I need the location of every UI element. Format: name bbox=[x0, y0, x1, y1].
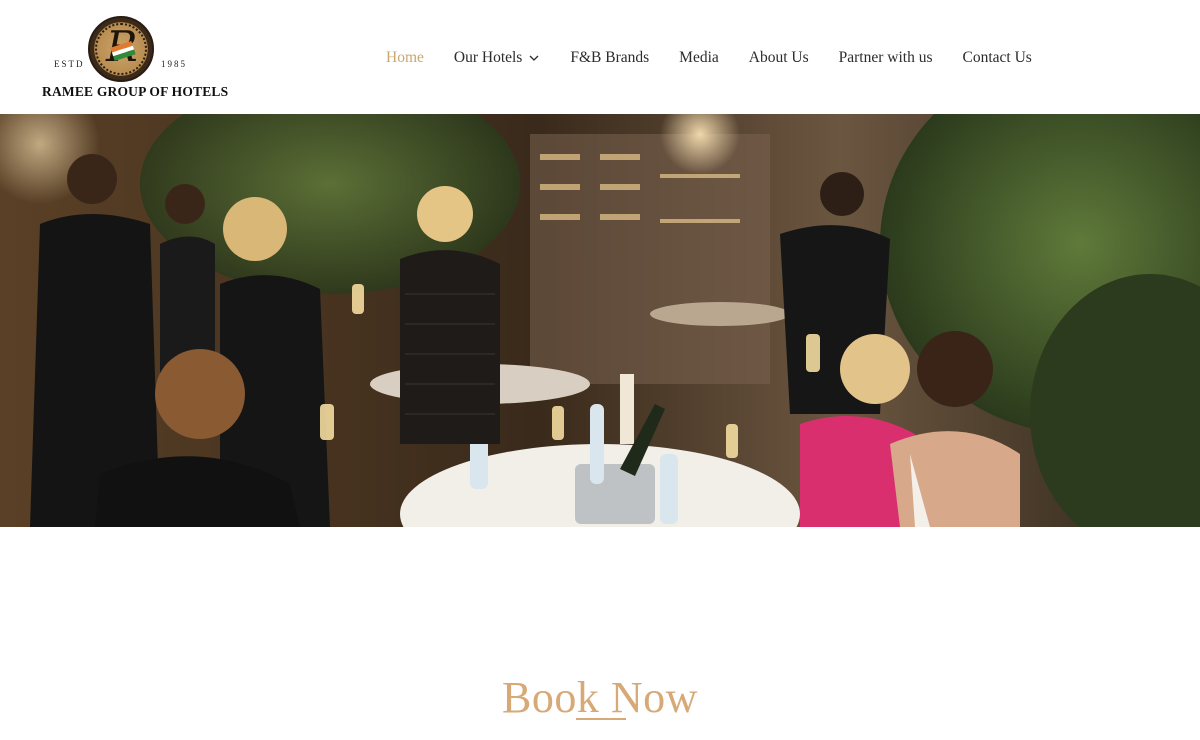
logo-estd-label: ESTD bbox=[54, 59, 85, 69]
book-now-underline bbox=[576, 718, 626, 720]
nav-item-contact-us[interactable]: Contact Us bbox=[962, 49, 1031, 67]
nav-item-about-us[interactable]: About Us bbox=[749, 49, 809, 67]
nav-item-media[interactable]: Media bbox=[679, 49, 719, 67]
main-nav: Home Our Hotels F&B Brands Media About U… bbox=[386, 46, 1032, 70]
site-header: R ESTD 1985 RAMEE GROUP OF HOTELS Home O… bbox=[0, 0, 1200, 114]
logo-emblem: R bbox=[88, 16, 154, 82]
hero-image bbox=[0, 114, 1200, 527]
book-now-section: Book Now bbox=[0, 672, 1200, 723]
logo-year: 1985 bbox=[161, 59, 187, 69]
nav-item-partner-with-us[interactable]: Partner with us bbox=[839, 49, 933, 67]
nav-item-home[interactable]: Home bbox=[386, 49, 424, 67]
nav-item-our-hotels[interactable]: Our Hotels bbox=[454, 49, 540, 67]
brand-name: RAMEE GROUP OF HOTELS bbox=[42, 84, 229, 99]
nav-item-fb-brands[interactable]: F&B Brands bbox=[570, 49, 649, 67]
book-now-heading: Book Now bbox=[502, 673, 698, 722]
hero-photo bbox=[0, 114, 1200, 527]
brand-logo[interactable]: R ESTD 1985 RAMEE GROUP OF HOTELS bbox=[40, 14, 228, 104]
chevron-down-icon bbox=[529, 55, 539, 61]
